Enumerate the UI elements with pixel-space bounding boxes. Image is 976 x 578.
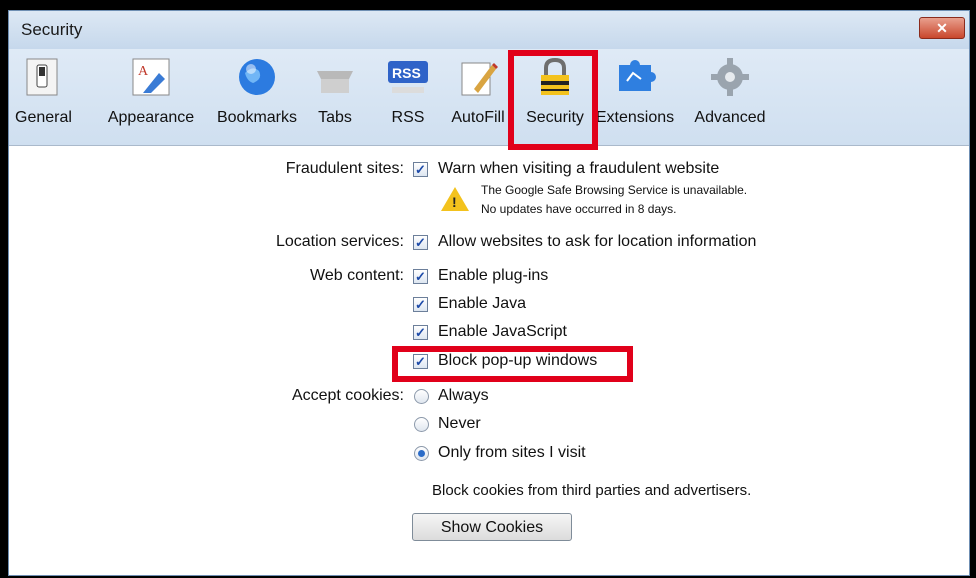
cookies-visited-radio[interactable]	[414, 446, 429, 461]
block-popups-highlight	[392, 346, 633, 382]
warning-exclamation: !	[452, 194, 457, 210]
tab-autofill-label: AutoFill	[451, 109, 505, 126]
warning-line-1: The Google Safe Browsing Service is unav…	[481, 183, 748, 197]
title-bar: Security ✕	[9, 11, 969, 49]
tab-extensions[interactable]: Extensions	[595, 49, 675, 145]
cookies-visited-option: Only from sites I visit	[438, 444, 586, 461]
tab-bookmarks[interactable]: Bookmarks	[209, 49, 305, 145]
tabs-icon	[317, 71, 353, 93]
location-checkbox[interactable]: ✓	[413, 235, 428, 250]
tab-tabs[interactable]: Tabs	[309, 49, 361, 145]
java-option: Enable Java	[438, 295, 527, 312]
tab-advanced-label: Advanced	[694, 109, 766, 126]
cookies-note: Block cookies from third parties and adv…	[432, 482, 752, 499]
tab-tabs-label: Tabs	[318, 109, 352, 126]
tab-appearance-label: Appearance	[107, 109, 195, 126]
tab-rss-label: RSS	[391, 109, 425, 126]
accept-cookies-label: Accept cookies:	[291, 387, 404, 404]
preferences-toolbar: General A Appearance Bookmarks Tabs RSS …	[9, 49, 969, 146]
rss-icon: RSS	[388, 61, 428, 93]
location-services-label: Location services:	[275, 233, 404, 250]
tab-appearance[interactable]: A Appearance	[101, 49, 201, 145]
svg-text:RSS: RSS	[392, 65, 421, 81]
tab-general[interactable]: General	[15, 49, 72, 145]
plugins-option: Enable plug-ins	[438, 267, 549, 284]
cookies-always-option: Always	[438, 387, 489, 404]
close-button[interactable]: ✕	[919, 17, 965, 39]
web-content-label: Web content:	[310, 267, 404, 284]
window-title: Security	[21, 20, 83, 39]
close-icon: ✕	[936, 20, 948, 36]
cookies-never-option: Never	[438, 415, 481, 432]
svg-text:A: A	[138, 64, 149, 79]
tab-extensions-label: Extensions	[595, 109, 675, 126]
javascript-checkbox[interactable]: ✓	[413, 325, 428, 340]
location-option: Allow websites to ask for location infor…	[438, 233, 757, 250]
tab-autofill[interactable]: AutoFill	[441, 49, 515, 145]
tab-advanced[interactable]: Advanced	[685, 49, 775, 145]
tab-rss[interactable]: RSS RSS	[379, 49, 437, 145]
tab-bookmarks-label: Bookmarks	[216, 109, 298, 126]
appearance-icon: A	[132, 58, 170, 96]
fraudulent-warn-option: Warn when visiting a fraudulent website	[438, 160, 720, 177]
cookies-always-radio[interactable]	[414, 389, 429, 404]
plugins-checkbox[interactable]: ✓	[413, 269, 428, 284]
show-cookies-button[interactable]: Show Cookies	[412, 513, 572, 541]
bookmarks-globe-icon	[239, 59, 275, 95]
cookies-never-radio[interactable]	[414, 417, 429, 432]
warning-line-2: No updates have occurred in 8 days.	[481, 202, 677, 216]
javascript-option: Enable JavaScript	[438, 323, 567, 340]
gear-icon	[711, 58, 749, 96]
fraudulent-warn-checkbox[interactable]: ✓	[413, 162, 428, 177]
security-tab-highlight-border	[508, 50, 598, 150]
tab-general-label: General	[15, 109, 72, 126]
autofill-pen-icon	[461, 62, 498, 96]
java-checkbox[interactable]: ✓	[413, 297, 428, 312]
general-switch-icon	[26, 58, 58, 96]
extensions-puzzle-icon	[619, 60, 656, 91]
fraudulent-sites-label: Fraudulent sites:	[285, 160, 404, 177]
